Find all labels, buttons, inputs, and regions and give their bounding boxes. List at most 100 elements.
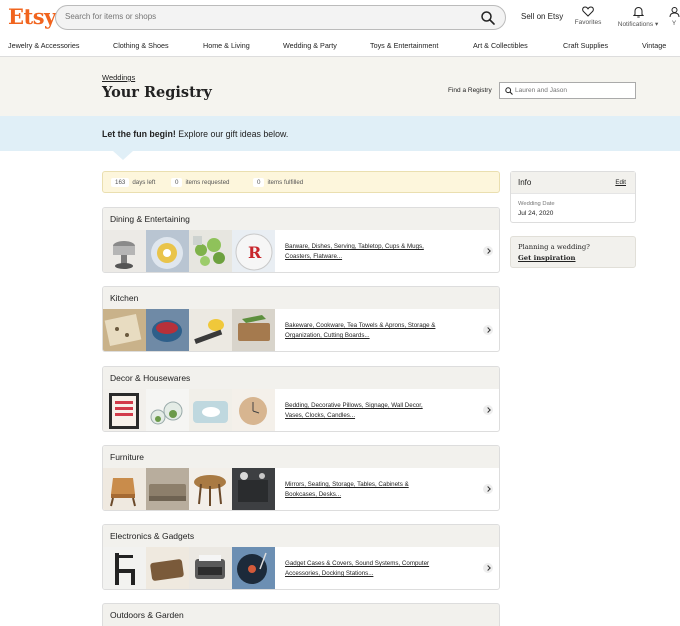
card-thumbnails — [103, 309, 275, 351]
thumb-citrus-tool — [189, 309, 232, 351]
promo-notch — [113, 151, 133, 160]
account-label: Y — [671, 20, 677, 27]
thumb-green-leaves — [189, 230, 232, 272]
favorites-label: Favorites — [574, 19, 602, 26]
search-icon[interactable] — [480, 10, 496, 26]
card-thumbnails — [103, 468, 275, 510]
thumb-terrariums — [146, 389, 189, 431]
favorites-button[interactable]: Favorites — [563, 6, 613, 32]
card-title: Dining & Entertaining — [103, 208, 499, 230]
card-links[interactable]: Bedding, Decorative Pillows, Signage, Wa… — [285, 401, 440, 421]
promo-text: Let the fun begin! Explore our gift idea… — [102, 129, 288, 139]
items-fulfilled-stat: 0 items fulfilled — [253, 178, 303, 187]
page-title: Your Registry — [102, 84, 212, 101]
chevron-right-icon[interactable] — [483, 246, 493, 256]
chevron-right-icon[interactable] — [483, 563, 493, 573]
etsy-logo[interactable]: Etsy — [8, 4, 56, 29]
thumb-monogram-plate: R — [232, 230, 275, 272]
chevron-right-icon[interactable] — [483, 325, 493, 335]
wedding-date-label: Wedding Date — [518, 201, 555, 207]
planning-question: Planning a wedding? — [518, 243, 590, 251]
nav-home-living[interactable]: Home & Living — [203, 41, 250, 50]
card-title: Furniture — [103, 446, 499, 468]
find-registry-input[interactable] — [515, 87, 630, 94]
user-icon — [669, 7, 679, 18]
category-card-furniture[interactable]: Furniture Mirrors, Seating, Storage, Tab… — [102, 445, 500, 511]
thumb-cake-stand — [103, 230, 146, 272]
thumb-cabinet — [232, 468, 275, 510]
card-title: Electronics & Gadgets — [103, 525, 499, 547]
edit-link[interactable]: Edit — [615, 179, 626, 186]
days-left-stat: 163 days left — [111, 178, 155, 187]
thumb-round-table — [189, 468, 232, 510]
bell-icon — [632, 6, 644, 18]
promo-rest: Explore our gift ideas below. — [175, 129, 289, 139]
thumb-black-chair — [103, 547, 146, 589]
thumb-typewriter — [189, 547, 232, 589]
category-card-kitchen[interactable]: Kitchen Bakeware, Cookware, Tea Towels &… — [102, 286, 500, 352]
wedding-date-value: Jul 24, 2020 — [518, 210, 554, 217]
find-registry-label: Find a Registry — [448, 87, 492, 94]
card-title: Decor & Housewares — [103, 367, 499, 389]
search-bar — [55, 5, 506, 30]
sell-on-etsy-link[interactable]: Sell on Etsy — [521, 12, 563, 21]
svg-text:R: R — [248, 243, 262, 262]
registry-stats: 163 days left 0 items requested 0 items ful… — [102, 171, 500, 193]
thumb-record-player — [232, 547, 275, 589]
heart-icon — [582, 6, 594, 17]
nav-toys-entertainment[interactable]: Toys & Entertainment — [370, 41, 438, 50]
thumb-tea-towel — [103, 309, 146, 351]
thumb-wall-clock — [232, 389, 275, 431]
card-links[interactable]: Mirrors, Seating, Storage, Tables, Cabin… — [285, 480, 440, 500]
card-links[interactable]: Bakeware, Cookware, Tea Towels & Aprons,… — [285, 321, 440, 341]
thumb-cutting-board — [232, 309, 275, 351]
days-left-label: days left — [132, 179, 156, 186]
thumb-framed-print — [103, 389, 146, 431]
nav-vintage[interactable]: Vintage — [642, 41, 666, 50]
registry-header: Weddings Your Registry Find a Registry — [0, 57, 680, 116]
category-nav: Jewelry & Accessories Clothing & Shoes H… — [0, 38, 680, 56]
notifications-label: Notifications ▾ — [617, 21, 659, 28]
category-card-outdoors[interactable]: Outdoors & Garden — [102, 603, 500, 626]
category-card-electronics[interactable]: Electronics & Gadgets Gadget Cases & Cov… — [102, 524, 500, 590]
promo-bold: Let the fun begin! — [102, 129, 176, 139]
nav-clothing-shoes[interactable]: Clothing & Shoes — [113, 41, 169, 50]
card-links[interactable]: Barware, Dishes, Serving, Tabletop, Cups… — [285, 242, 440, 262]
card-thumbnails — [103, 547, 275, 589]
nav-jewelry-accessories[interactable]: Jewelry & Accessories — [8, 41, 80, 50]
items-fulfilled-label: items fulfilled — [267, 179, 304, 186]
account-button-partial[interactable]: Y — [664, 6, 680, 32]
info-title: Info — [518, 178, 532, 187]
card-title: Kitchen — [103, 287, 499, 309]
site-header: Etsy Sell on Etsy Favorites Notification… — [0, 0, 680, 36]
nav-wedding-party[interactable]: Wedding & Party — [283, 41, 337, 50]
thumb-armchair — [103, 468, 146, 510]
chevron-right-icon[interactable] — [483, 484, 493, 494]
breadcrumb-weddings[interactable]: Weddings — [102, 73, 135, 82]
thumb-berry-bowl — [146, 309, 189, 351]
promo-banner: Let the fun begin! Explore our gift idea… — [0, 116, 680, 151]
chevron-right-icon[interactable] — [483, 405, 493, 415]
find-registry-field[interactable] — [499, 82, 636, 99]
card-links[interactable]: Gadget Cases & Covers, Sound Systems, Co… — [285, 559, 440, 579]
card-thumbnails: R — [103, 230, 275, 272]
thumb-plate — [146, 230, 189, 272]
search-input[interactable] — [65, 12, 465, 21]
category-card-decor[interactable]: Decor & Housewares Bedding, Decorative P… — [102, 366, 500, 432]
category-card-dining[interactable]: Dining & Entertaining R Barware, Dishes,… — [102, 207, 500, 273]
days-left-value: 163 — [111, 178, 130, 187]
get-inspiration-link[interactable]: Get inspiration — [518, 254, 576, 262]
items-fulfilled-value: 0 — [253, 178, 265, 187]
thumb-leather-case — [146, 547, 189, 589]
nav-craft-supplies[interactable]: Craft Supplies — [563, 41, 608, 50]
card-thumbnails — [103, 389, 275, 431]
thumb-bird-pillow — [189, 389, 232, 431]
items-requested-stat: 0 items requested — [171, 178, 229, 187]
info-header: Info Edit — [511, 172, 635, 194]
nav-art-collectibles[interactable]: Art & Collectibles — [473, 41, 528, 50]
thumb-sofa — [146, 468, 189, 510]
info-panel: Info Edit Wedding Date Jul 24, 2020 — [510, 171, 636, 223]
notifications-button[interactable]: Notifications ▾ — [613, 6, 663, 32]
card-title: Outdoors & Garden — [110, 610, 184, 620]
items-requested-label: items requested — [185, 179, 230, 186]
